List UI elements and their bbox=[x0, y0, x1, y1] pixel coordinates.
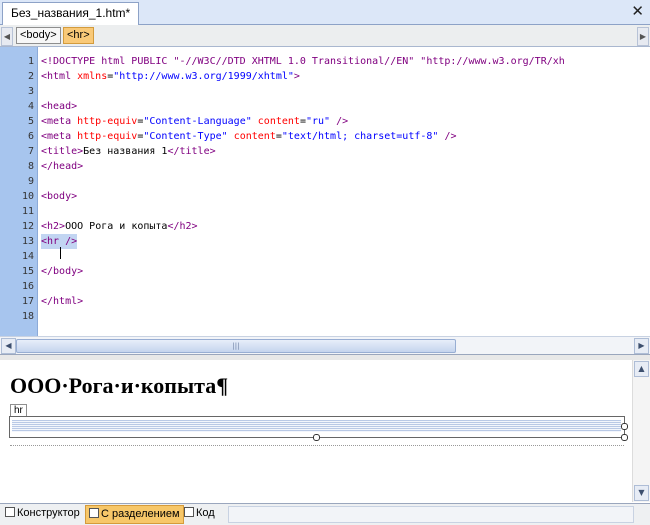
code-view-icon bbox=[184, 507, 194, 517]
bottom-horizontal-scrollbar[interactable] bbox=[228, 506, 634, 523]
tab-split-label: С разделением bbox=[101, 508, 180, 520]
line-number: 6 bbox=[27, 131, 34, 142]
design-heading[interactable]: ООО·Рога·и·копыта¶ bbox=[10, 373, 228, 399]
scroll-down-icon[interactable]: ▼ bbox=[634, 485, 649, 501]
resize-handle-corner-icon[interactable] bbox=[621, 434, 628, 441]
line-number: 8 bbox=[27, 161, 34, 172]
tag-body-button[interactable]: <body> bbox=[16, 27, 61, 44]
line-number: 16 bbox=[21, 281, 34, 292]
line-number: 13 bbox=[21, 236, 34, 247]
code-token: http-equiv bbox=[77, 131, 138, 142]
code-token: "http://www.w3.org/1999/xhtml" bbox=[113, 71, 294, 82]
code-token: </head> bbox=[41, 161, 84, 172]
tab-code-view[interactable]: Код bbox=[181, 505, 218, 522]
code-token: </body> bbox=[41, 266, 84, 277]
scrollbar-grip: ||| bbox=[232, 342, 240, 350]
code-token: > bbox=[293, 71, 300, 82]
code-token: <title> bbox=[41, 146, 84, 157]
tab-split-view[interactable]: С разделением bbox=[85, 505, 184, 524]
code-line[interactable]: </head> bbox=[41, 159, 83, 174]
code-token: ООО Рога и копыта bbox=[65, 221, 168, 232]
line-number: 1 bbox=[27, 56, 34, 67]
code-token: /> bbox=[336, 116, 349, 127]
hr-tag-label: hr bbox=[10, 404, 27, 416]
split-view-icon bbox=[89, 508, 99, 518]
code-token: content bbox=[233, 131, 276, 142]
close-document-icon[interactable]: ✕ bbox=[631, 2, 644, 20]
tag-hr-button[interactable]: <hr> bbox=[63, 27, 94, 44]
code-token: Без названия 1 bbox=[83, 146, 168, 157]
code-token: </title> bbox=[167, 146, 216, 157]
design-baseline-divider bbox=[10, 445, 624, 447]
code-line[interactable]: </html> bbox=[41, 294, 83, 309]
line-number: 11 bbox=[21, 206, 34, 217]
line-number: 15 bbox=[21, 266, 34, 277]
code-token: </h2> bbox=[167, 221, 198, 232]
document-tab[interactable]: Без_названия_1.htm* bbox=[2, 2, 140, 25]
code-token: /> bbox=[444, 131, 457, 142]
code-token: <!DOCTYPE html PUBLIC "-//W3C//DTD XHTML… bbox=[41, 56, 565, 67]
scroll-left-icon[interactable]: ◀ bbox=[1, 338, 16, 354]
code-line[interactable]: <h2>ООО Рога и копыта</h2> bbox=[41, 219, 198, 234]
code-token: "text/html; charset=utf-8" bbox=[281, 131, 439, 142]
design-vertical-scrollbar[interactable]: ▲ ▼ bbox=[632, 360, 650, 502]
code-line[interactable]: <meta http-equiv="Content-Type" content=… bbox=[41, 129, 457, 144]
code-editor[interactable]: <!DOCTYPE html PUBLIC "-//W3C//DTD XHTML… bbox=[38, 47, 650, 336]
line-number: 4 bbox=[27, 101, 34, 112]
line-number: 2 bbox=[27, 71, 34, 82]
code-token: content bbox=[257, 116, 300, 127]
line-number: 12 bbox=[21, 221, 34, 232]
code-line[interactable]: <html xmlns="http://www.w3.org/1999/xhtm… bbox=[41, 69, 300, 84]
tab-design-label: Конструктор bbox=[17, 507, 80, 519]
line-number: 10 bbox=[21, 191, 34, 202]
tag-selector-bar bbox=[0, 25, 650, 47]
tab-design-view[interactable]: Конструктор bbox=[2, 505, 83, 522]
line-number: 7 bbox=[27, 146, 34, 157]
scroll-up-icon[interactable]: ▲ bbox=[634, 361, 649, 377]
code-token: <body> bbox=[41, 191, 78, 202]
line-number: 17 bbox=[21, 296, 34, 307]
tab-code-label: Код bbox=[196, 507, 215, 519]
code-token: </html> bbox=[41, 296, 84, 307]
code-token: /> bbox=[65, 236, 78, 247]
line-number: 3 bbox=[27, 86, 34, 97]
design-view-icon bbox=[5, 507, 15, 517]
scrollbar-thumb[interactable]: ||| bbox=[16, 339, 456, 353]
resize-handle-right-icon[interactable] bbox=[621, 423, 628, 430]
code-line[interactable]: <title>Без названия 1</title> bbox=[41, 144, 216, 159]
line-number: 9 bbox=[27, 176, 34, 187]
code-horizontal-scrollbar[interactable]: ◀ ||| ▶ bbox=[0, 336, 650, 354]
line-number: 14 bbox=[21, 251, 34, 262]
code-token: <meta bbox=[41, 116, 78, 127]
code-line[interactable]: <body> bbox=[41, 189, 77, 204]
code-line[interactable]: </body> bbox=[41, 264, 83, 279]
code-token: "Content-Language" bbox=[143, 116, 252, 127]
line-number-gutter: 1 2 3 4 5 6 7 8 9 10 11 12 13 14 15 16 17 18 bbox=[0, 47, 38, 336]
code-token: <html bbox=[41, 71, 78, 82]
code-line[interactable]: <!DOCTYPE html PUBLIC "-//W3C//DTD XHTML… bbox=[41, 54, 565, 69]
code-token: <meta bbox=[41, 131, 78, 142]
code-token: <head> bbox=[41, 101, 78, 112]
resize-handle-bottom-icon[interactable] bbox=[313, 434, 320, 441]
horizontal-rule[interactable] bbox=[12, 420, 621, 432]
code-line[interactable]: <head> bbox=[41, 99, 77, 114]
code-token: http-equiv bbox=[77, 116, 138, 127]
tag-scroll-left-icon[interactable]: ◀ bbox=[1, 27, 13, 46]
scroll-right-icon[interactable]: ▶ bbox=[634, 338, 649, 354]
tag-scroll-right-icon[interactable]: ▶ bbox=[637, 27, 649, 46]
line-number: 18 bbox=[21, 311, 34, 322]
line-number: 5 bbox=[27, 116, 34, 127]
code-token: "Content-Type" bbox=[143, 131, 228, 142]
text-cursor-icon bbox=[60, 247, 61, 259]
code-token: xmlns bbox=[77, 71, 108, 82]
code-line[interactable]: <meta http-equiv="Content-Language" cont… bbox=[41, 114, 348, 129]
code-token: <h2> bbox=[41, 221, 66, 232]
code-token: <hr bbox=[41, 236, 60, 247]
code-token: "ru" bbox=[305, 116, 331, 127]
